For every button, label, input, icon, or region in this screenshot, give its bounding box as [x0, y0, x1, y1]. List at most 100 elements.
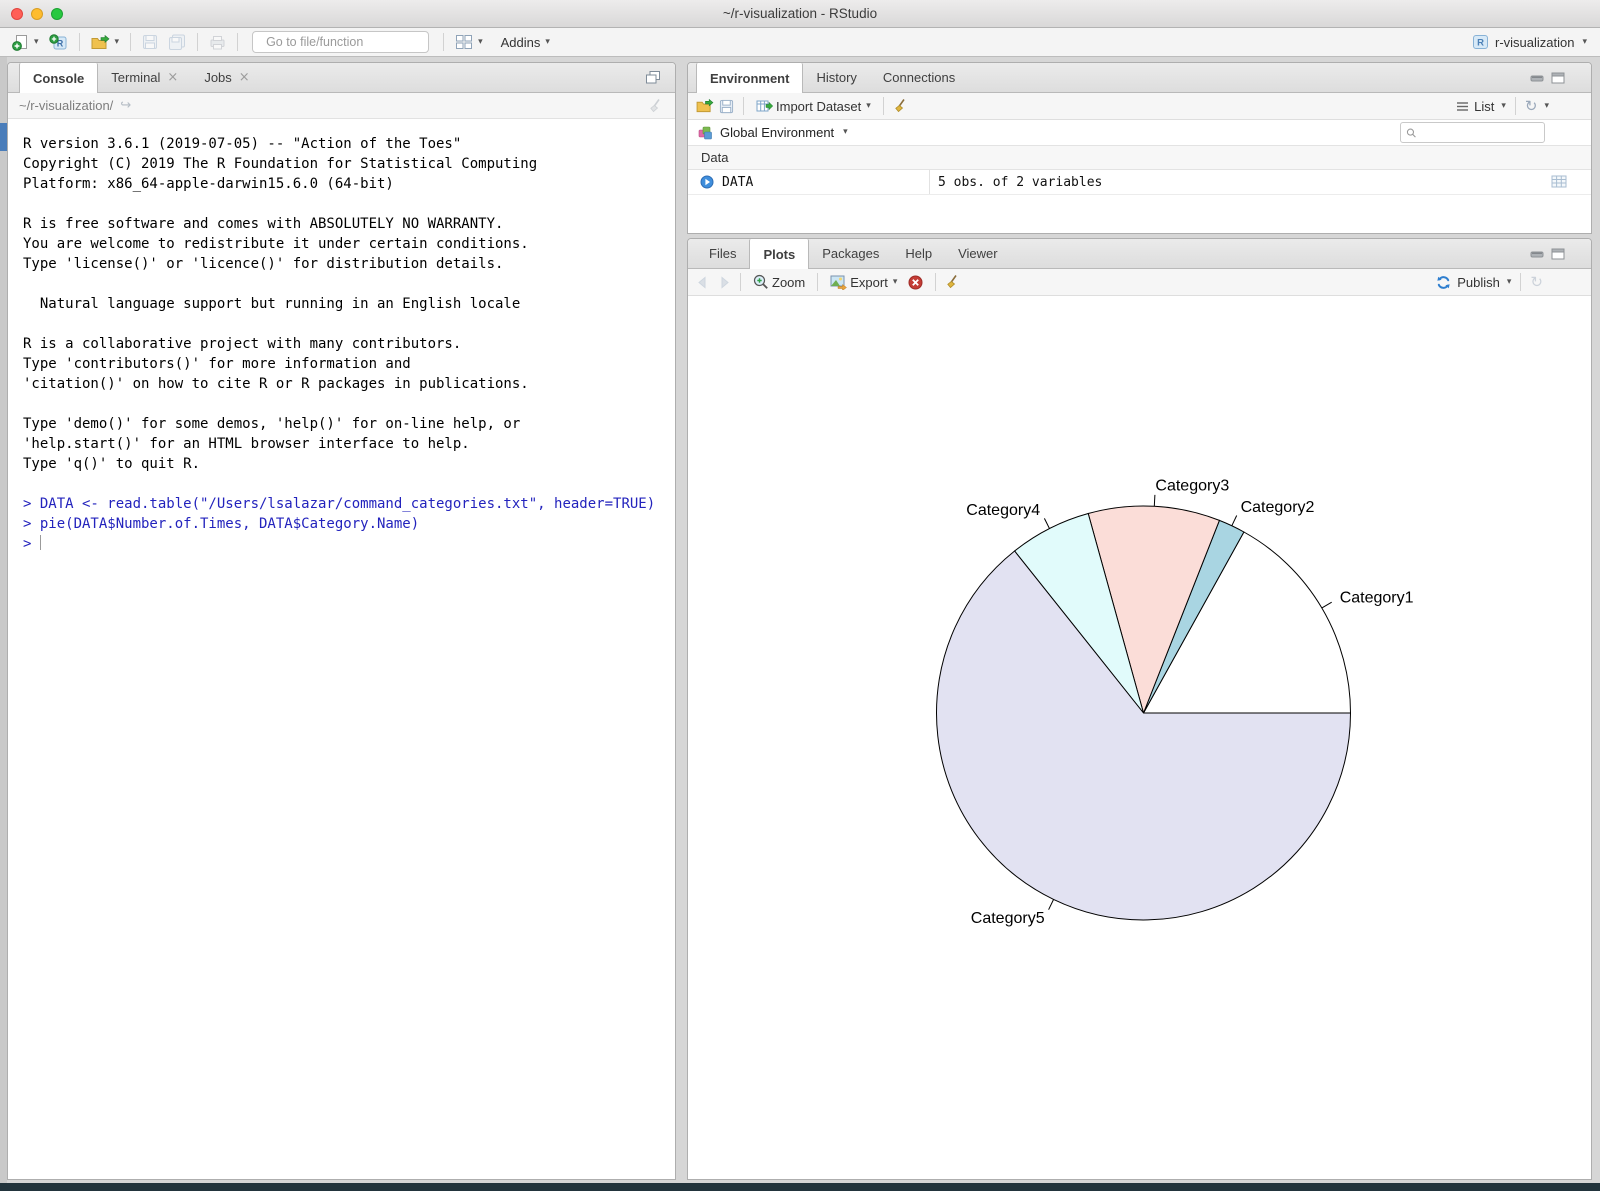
pane-layout-grid-icon [455, 34, 473, 50]
tab-viewer[interactable]: Viewer [945, 239, 1011, 268]
toolbar-separator [130, 33, 131, 51]
tab-environment[interactable]: Environment [696, 63, 803, 93]
pane-layout-button[interactable]: ▾ [452, 32, 486, 52]
project-name-label: r-visualization [1495, 35, 1574, 50]
console-line: Copyright (C) 2019 The R Foundation for … [23, 154, 675, 174]
caret-down-icon: ▾ [478, 38, 483, 47]
maximize-pane-icon[interactable] [1551, 248, 1565, 260]
tab-terminal[interactable]: Terminal× [98, 63, 191, 92]
main-toolbar: ▾ R ▾ ▾ Addins ▾ R r-visualization ▾ [0, 28, 1600, 57]
tab-connections[interactable]: Connections [870, 63, 968, 92]
import-dataset-icon [756, 99, 773, 113]
zoom-label: Zoom [772, 275, 805, 290]
console-line: R is free software and comes with ABSOLU… [23, 214, 675, 234]
new-project-button[interactable]: R [46, 32, 71, 53]
console-output[interactable]: R version 3.6.1 (2019-07-05) -- "Action … [8, 120, 675, 1179]
tab-console-label: Console [33, 71, 84, 86]
maximize-pane-icon[interactable] [1551, 72, 1565, 84]
console-prompt-line[interactable]: > [23, 534, 675, 554]
minimize-pane-icon[interactable] [1530, 248, 1544, 260]
export-label: Export [850, 275, 888, 290]
close-tab-icon[interactable]: × [239, 70, 250, 85]
console-line: Type 'demo()' for some demos, 'help()' f… [23, 414, 675, 434]
tab-packages[interactable]: Packages [809, 239, 892, 268]
caret-down-icon: ▾ [545, 38, 550, 47]
publish-label[interactable]: Publish [1457, 275, 1500, 290]
load-workspace-icon[interactable] [696, 99, 714, 113]
minimize-pane-icon[interactable] [1530, 72, 1544, 84]
environment-search-input[interactable] [1421, 126, 1539, 140]
save-all-button[interactable] [165, 32, 189, 52]
refresh-plot-icon[interactable]: ↻ [1530, 275, 1543, 290]
list-view-label[interactable]: List [1474, 99, 1494, 114]
tab-jobs[interactable]: Jobs× [191, 63, 262, 92]
pie-label-tick [1049, 899, 1054, 909]
tab-help[interactable]: Help [892, 239, 945, 268]
print-button[interactable] [206, 33, 229, 52]
traffic-lights [11, 8, 63, 20]
console-tabbar: Console Terminal× Jobs× [8, 63, 675, 93]
goto-directory-icon[interactable]: ↪ [120, 98, 131, 113]
clear-plots-broom-icon[interactable] [945, 274, 961, 290]
remove-plot-button[interactable] [905, 273, 926, 292]
global-environment-label[interactable]: Global Environment [720, 125, 834, 140]
publish-icon [1435, 275, 1452, 290]
tab-connections-label: Connections [883, 70, 955, 85]
console-line: R version 3.6.1 (2019-07-05) -- "Action … [23, 134, 675, 154]
view-data-grid-icon[interactable] [1551, 175, 1567, 188]
toolbar-separator [817, 273, 818, 291]
save-button[interactable] [139, 32, 161, 52]
zoom-plot-button[interactable]: Zoom [750, 272, 808, 292]
pie-label-tick [1322, 602, 1332, 608]
restore-panes-icon[interactable] [645, 70, 661, 85]
goto-file-input[interactable] [266, 35, 427, 49]
addins-button[interactable]: Addins ▾ [498, 33, 553, 52]
environment-object-row[interactable]: DATA 5 obs. of 2 variables [688, 170, 1591, 195]
tab-history[interactable]: History [803, 63, 869, 92]
caret-down-icon: ▾ [1582, 38, 1587, 47]
close-window-button[interactable] [11, 8, 23, 20]
clear-console-broom-icon[interactable] [648, 98, 664, 114]
console-line: 'help.start()' for an HTML browser inter… [23, 434, 675, 454]
goto-file-search[interactable] [252, 31, 429, 53]
desktop-bottom-strip [0, 1183, 1600, 1191]
caret-down-icon: ▾ [866, 102, 871, 111]
pie-label-tick [1044, 518, 1049, 528]
console-line: 'citation()' on how to cite R or R packa… [23, 374, 675, 394]
close-tab-icon[interactable]: × [167, 70, 178, 85]
environment-tabbar: Environment History Connections [688, 63, 1591, 93]
plots-tabbar: Files Plots Packages Help Viewer [688, 239, 1591, 269]
svg-text:R: R [1477, 38, 1484, 49]
console-line [23, 394, 675, 414]
environment-pane: Environment History Connections Import D… [687, 62, 1592, 234]
export-plot-button[interactable]: Export ▾ [827, 273, 900, 292]
project-selector[interactable]: R r-visualization ▾ [1472, 34, 1587, 50]
new-file-button[interactable]: ▾ [9, 32, 42, 53]
tab-console[interactable]: Console [19, 63, 98, 93]
save-all-icon [168, 34, 186, 50]
toolbar-separator [883, 97, 884, 115]
import-dataset-button[interactable]: Import Dataset ▾ [753, 97, 874, 116]
background-window-sliver [0, 57, 7, 1183]
open-file-button[interactable]: ▾ [88, 33, 123, 52]
pie-label: Category2 [1241, 499, 1315, 516]
remove-plot-icon [908, 275, 923, 290]
tab-environment-label: Environment [710, 71, 789, 86]
expand-object-icon[interactable] [700, 175, 714, 189]
environment-search-box[interactable] [1400, 122, 1545, 143]
save-workspace-icon[interactable] [719, 99, 734, 114]
caret-down-icon: ▾ [34, 38, 39, 47]
refresh-environment-icon[interactable]: ↻ [1525, 99, 1538, 114]
zoom-window-button[interactable] [51, 8, 63, 20]
next-plot-icon[interactable] [716, 276, 731, 289]
previous-plot-icon[interactable] [696, 276, 711, 289]
environment-section-label: Data [701, 150, 728, 165]
toolbar-separator [743, 97, 744, 115]
clear-objects-broom-icon[interactable] [893, 98, 909, 114]
tab-plots[interactable]: Plots [749, 239, 809, 269]
tab-plots-label: Plots [763, 247, 795, 262]
new-file-icon [12, 34, 29, 51]
environment-scope-bar: Global Environment ▾ [688, 120, 1591, 146]
minimize-window-button[interactable] [31, 8, 43, 20]
tab-files[interactable]: Files [696, 239, 749, 268]
